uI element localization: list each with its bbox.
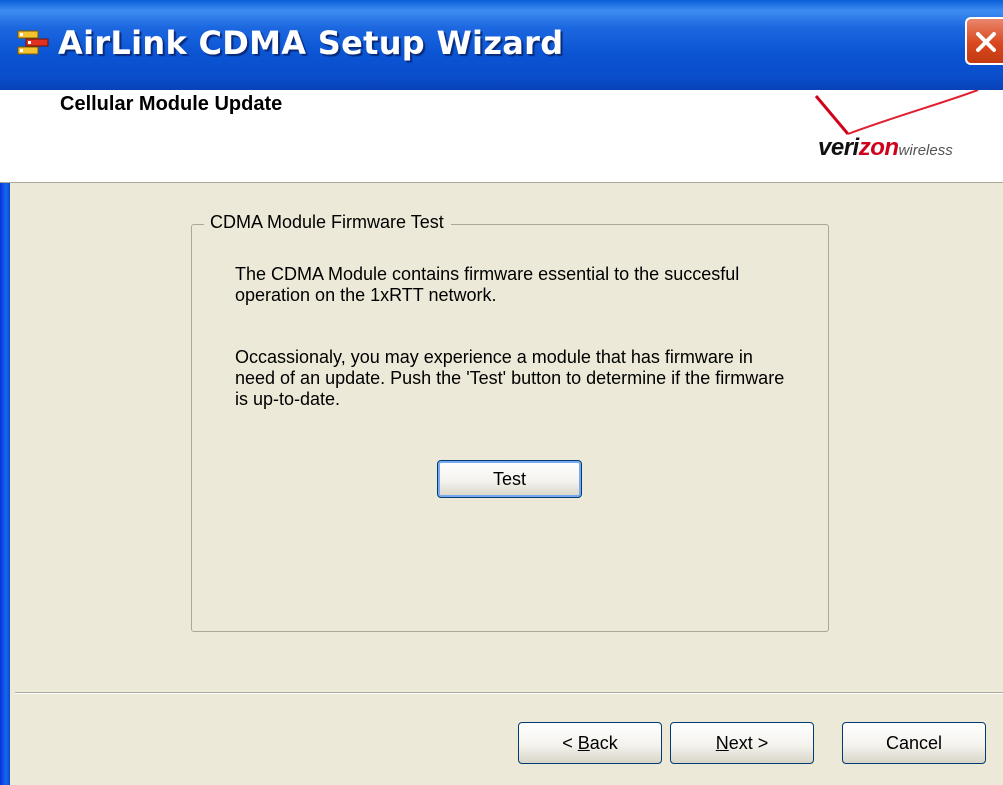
- logo-wordmark: verizonwireless: [818, 134, 953, 162]
- wizard-header: Cellular Module Update verizonwireless: [0, 90, 1003, 183]
- next-button-label: Next >: [716, 733, 769, 754]
- logo-suffix: wireless: [898, 142, 953, 159]
- page-title: Cellular Module Update: [60, 93, 283, 115]
- verizon-wireless-logo: verizonwireless: [810, 90, 1003, 180]
- next-button[interactable]: Next >: [670, 722, 814, 764]
- logo-accent: zon: [858, 134, 899, 161]
- footer-separator: [15, 692, 1003, 694]
- cancel-button[interactable]: Cancel: [842, 722, 986, 764]
- logo-prefix: veri: [818, 134, 859, 161]
- back-button[interactable]: < Back: [518, 722, 662, 764]
- window-title: AirLink CDMA Setup Wizard: [58, 24, 564, 62]
- description-paragraph-1: The CDMA Module contains firmware essent…: [235, 264, 740, 305]
- back-rest: ack: [589, 732, 618, 753]
- groupbox-legend: CDMA Module Firmware Test: [204, 212, 451, 233]
- app-icon[interactable]: [16, 28, 50, 60]
- description-paragraph-2: Occassionaly, you may experience a modul…: [235, 347, 785, 409]
- test-button[interactable]: Test: [437, 460, 582, 498]
- close-button[interactable]: [965, 17, 1003, 65]
- back-mnemonic: B: [577, 732, 590, 753]
- next-mnemonic: N: [715, 732, 729, 753]
- title-bar[interactable]: AirLink CDMA Setup Wizard: [0, 0, 1003, 90]
- logo-swoosh-icon: [814, 90, 979, 135]
- next-rest: ext >: [728, 732, 769, 753]
- window-frame-left: [0, 90, 10, 785]
- close-icon: [976, 32, 996, 52]
- back-prefix: <: [562, 732, 578, 753]
- back-button-label: < Back: [562, 733, 618, 754]
